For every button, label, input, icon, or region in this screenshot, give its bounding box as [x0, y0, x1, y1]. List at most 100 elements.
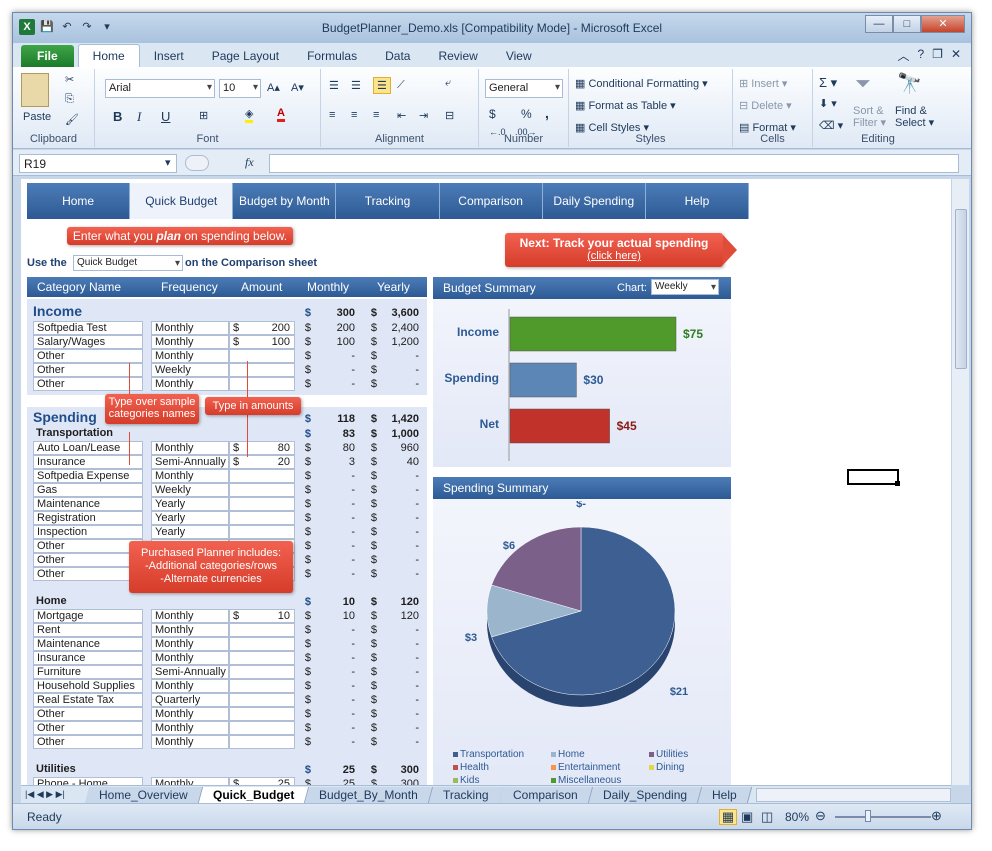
- minimize-button[interactable]: —: [865, 15, 893, 33]
- orientation-icon[interactable]: ⟋: [397, 79, 405, 92]
- page-break-view-icon[interactable]: ◫: [761, 809, 773, 825]
- frequency-cell[interactable]: Monthly: [151, 349, 229, 363]
- nav-daily-spending[interactable]: Daily Spending: [542, 183, 646, 219]
- sheet-tab-quick-budget[interactable]: Quick_Budget: [198, 786, 310, 803]
- selected-cell[interactable]: [847, 469, 899, 485]
- frequency-cell[interactable]: Monthly: [151, 623, 229, 637]
- category-name-cell[interactable]: Other: [33, 539, 143, 553]
- frequency-cell[interactable]: Monthly: [151, 469, 229, 483]
- align-left-icon[interactable]: ≡: [329, 109, 335, 121]
- tab-page-layout[interactable]: Page Layout: [198, 45, 293, 67]
- underline-icon[interactable]: U: [161, 109, 170, 124]
- category-name-cell[interactable]: Auto Loan/Lease: [33, 441, 143, 455]
- format-painter-icon[interactable]: 🖌: [65, 113, 79, 126]
- nav-help[interactable]: Help: [645, 183, 749, 219]
- help-icon[interactable]: ?: [917, 47, 924, 64]
- amount-cell[interactable]: [229, 497, 295, 511]
- tab-review[interactable]: Review: [424, 45, 491, 67]
- format-as-table-button[interactable]: ▦ Format as Table ▾: [575, 99, 676, 112]
- italic-icon[interactable]: I: [137, 109, 141, 125]
- fill-color-icon[interactable]: ◈: [245, 107, 254, 123]
- category-name-cell[interactable]: Other: [33, 735, 143, 749]
- nav-tracking[interactable]: Tracking: [336, 183, 440, 219]
- amount-cell[interactable]: [229, 693, 295, 707]
- currency-button[interactable]: $: [489, 107, 496, 121]
- decrease-indent-icon[interactable]: ⇤: [397, 109, 406, 122]
- amount-cell[interactable]: [229, 483, 295, 497]
- frequency-cell[interactable]: Semi-Annually: [151, 665, 229, 679]
- chart-period-select[interactable]: Weekly: [651, 279, 719, 295]
- number-format-combo[interactable]: General: [485, 79, 563, 98]
- align-center-icon[interactable]: ≡: [351, 109, 357, 121]
- normal-view-icon[interactable]: ▦: [719, 809, 737, 825]
- click-here-link[interactable]: (click here): [505, 250, 723, 262]
- category-name-cell[interactable]: Other: [33, 377, 143, 391]
- category-name-cell[interactable]: Other: [33, 707, 143, 721]
- restore-window-icon[interactable]: ❐: [932, 47, 943, 64]
- frequency-cell[interactable]: Monthly: [151, 335, 229, 349]
- wrap-text-icon[interactable]: ⤶: [445, 77, 451, 90]
- merge-center-icon[interactable]: ⊟: [445, 109, 454, 122]
- category-name-cell[interactable]: Softpedia Expense: [33, 469, 143, 483]
- find-select-icon[interactable]: 🔭: [897, 71, 922, 96]
- frequency-cell[interactable]: Monthly: [151, 679, 229, 693]
- category-name-cell[interactable]: Salary/Wages: [33, 335, 143, 349]
- amount-cell[interactable]: [229, 623, 295, 637]
- frequency-cell[interactable]: Monthly: [151, 321, 229, 335]
- amount-cell[interactable]: [229, 363, 295, 377]
- category-name-cell[interactable]: Softpedia Test: [33, 321, 143, 335]
- fill-handle[interactable]: [895, 481, 900, 486]
- conditional-formatting-button[interactable]: ▦ Conditional Formatting ▾: [575, 77, 708, 90]
- frequency-cell[interactable]: Monthly: [151, 637, 229, 651]
- tab-scroll-arrows-icon[interactable]: |◀ ◀ ▶ ▶|: [21, 789, 87, 800]
- copy-icon[interactable]: ⎘: [65, 93, 74, 106]
- align-middle-icon[interactable]: ☰: [351, 79, 361, 92]
- frequency-cell[interactable]: Monthly: [151, 777, 229, 785]
- font-color-icon[interactable]: A: [277, 107, 285, 122]
- bold-icon[interactable]: B: [113, 109, 122, 124]
- tab-data[interactable]: Data: [371, 45, 424, 67]
- category-name-cell[interactable]: Other: [33, 363, 143, 377]
- tab-file[interactable]: File: [21, 45, 74, 67]
- worksheet[interactable]: Home Quick Budget Budget by Month Tracki…: [21, 179, 951, 785]
- font-size-combo[interactable]: 10: [219, 79, 261, 98]
- category-name-cell[interactable]: Rent: [33, 623, 143, 637]
- delete-cells-button[interactable]: ⊟ Delete ▾: [739, 99, 792, 112]
- frequency-cell[interactable]: Semi-Annually: [151, 455, 229, 469]
- page-layout-view-icon[interactable]: ▣: [741, 809, 753, 825]
- frequency-cell[interactable]: Monthly: [151, 377, 229, 391]
- name-box-dropdown-icon[interactable]: ▾: [165, 156, 171, 169]
- amount-cell[interactable]: [229, 469, 295, 483]
- nav-quick-budget[interactable]: Quick Budget: [130, 183, 234, 219]
- sort-filter-icon[interactable]: ⏷: [855, 73, 871, 96]
- tab-insert[interactable]: Insert: [140, 45, 198, 67]
- category-name-cell[interactable]: Furniture: [33, 665, 143, 679]
- category-name-cell[interactable]: Gas: [33, 483, 143, 497]
- frequency-cell[interactable]: Weekly: [151, 483, 229, 497]
- sheet-tab-home-overview[interactable]: Home_Overview: [84, 786, 203, 803]
- maximize-button[interactable]: □: [893, 15, 921, 33]
- category-name-cell[interactable]: Maintenance: [33, 637, 143, 651]
- name-box[interactable]: R19: [19, 154, 177, 173]
- increase-font-icon[interactable]: A▴: [267, 81, 280, 94]
- font-name-combo[interactable]: Arial: [105, 79, 215, 98]
- sheet-tab-help[interactable]: Help: [698, 786, 752, 803]
- frequency-cell[interactable]: Yearly: [151, 497, 229, 511]
- formula-input[interactable]: [269, 154, 959, 173]
- decrease-font-icon[interactable]: A▾: [291, 81, 304, 94]
- zoom-level[interactable]: 80%: [785, 810, 809, 824]
- amount-cell[interactable]: [229, 721, 295, 735]
- amount-cell[interactable]: $20: [229, 455, 295, 469]
- frequency-cell[interactable]: Yearly: [151, 525, 229, 539]
- cut-icon[interactable]: ✂: [65, 73, 74, 86]
- sort-filter-button[interactable]: Sort & Filter ▾: [853, 105, 886, 129]
- insert-function-icon[interactable]: fx: [245, 155, 254, 170]
- frequency-cell[interactable]: Quarterly: [151, 693, 229, 707]
- frequency-cell[interactable]: Monthly: [151, 721, 229, 735]
- sheet-tab-tracking[interactable]: Tracking: [428, 786, 504, 803]
- tab-view[interactable]: View: [492, 45, 546, 67]
- amount-cell[interactable]: [229, 349, 295, 363]
- category-name-cell[interactable]: Inspection: [33, 525, 143, 539]
- category-name-cell[interactable]: Other: [33, 349, 143, 363]
- horizontal-scrollbar[interactable]: [755, 787, 951, 802]
